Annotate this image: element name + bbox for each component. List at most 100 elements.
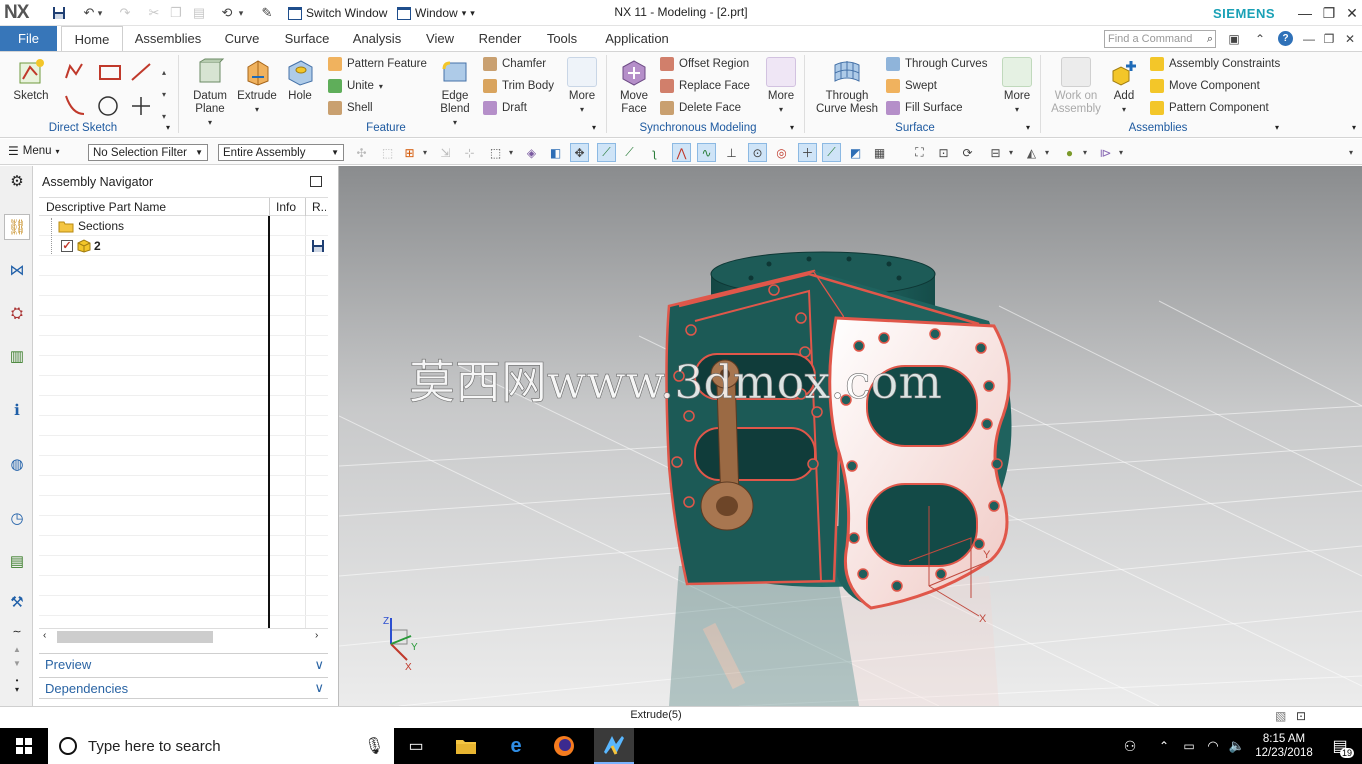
swept-button[interactable]: Swept <box>886 76 937 96</box>
doc-minimize-button[interactable]: — <box>1300 30 1318 48</box>
rotate-icon[interactable]: ⟳ <box>958 143 977 162</box>
undo-dropdown-icon[interactable]: ▾ <box>95 4 105 22</box>
column-header-info[interactable]: Info <box>276 200 296 214</box>
people-icon[interactable]: ⚇ <box>1118 728 1142 764</box>
find-command-input[interactable]: Find a Command ⌕ <box>1104 30 1216 48</box>
tab-application[interactable]: Application <box>596 26 678 51</box>
column-header-r[interactable]: R... <box>312 200 326 214</box>
touch-mode-icon[interactable]: ✎ <box>258 4 276 22</box>
trim-body-button[interactable]: Trim Body <box>483 76 554 96</box>
viewport-canvas[interactable]: X Y 莫西网www.3dmox.com Z Y X <box>339 166 1362 706</box>
constraint-navigator-icon[interactable]: ⋈ <box>4 257 30 283</box>
tab-render[interactable]: Render <box>472 26 528 51</box>
collapse-ribbon-icon[interactable]: ⌃ <box>1251 30 1269 48</box>
tab-home[interactable]: Home <box>61 26 123 51</box>
file-tab[interactable]: File <box>0 26 57 51</box>
battery-icon[interactable]: ▭ <box>1178 728 1200 764</box>
tab-view[interactable]: View <box>420 26 460 51</box>
system-scenes-icon[interactable]: ∼ <box>4 624 30 638</box>
rendering-dropdown-icon[interactable]: ▾ <box>1042 143 1052 162</box>
point-icon[interactable] <box>132 97 150 115</box>
surface-more-button[interactable]: More ▾ <box>998 57 1036 116</box>
reuse-library-icon[interactable]: ▥ <box>4 343 30 369</box>
profile-icon[interactable] <box>65 63 83 79</box>
firefox-icon[interactable] <box>548 728 580 764</box>
scroll-left-icon[interactable]: ‹ <box>43 630 46 641</box>
replace-face-button[interactable]: Replace Face <box>660 76 750 96</box>
edge-browser-icon[interactable]: e <box>500 728 532 764</box>
window-menu[interactable]: Window ▾ ▾ <box>397 4 475 22</box>
through-curves-button[interactable]: Through Curves <box>886 54 987 74</box>
point-on-face-icon[interactable]: ⟋ <box>822 143 841 162</box>
feature-expand-icon[interactable]: ▾ <box>592 123 596 132</box>
show-hide-icon[interactable]: ⧐ <box>1096 143 1115 162</box>
status-print-icon[interactable]: ▧ <box>1275 709 1286 723</box>
move-component-button[interactable]: Move Component <box>1150 76 1260 96</box>
assemblies-expand-icon[interactable]: ▾ <box>1275 123 1279 132</box>
doc-close-button[interactable]: ✕ <box>1341 30 1359 48</box>
line-icon[interactable] <box>131 63 151 81</box>
orient-dropdown-icon[interactable]: ▾ <box>1006 143 1016 162</box>
snap-grid-icon[interactable]: ▦ <box>870 143 889 162</box>
fill-surface-button[interactable]: Fill Surface <box>886 98 963 118</box>
screen-icon[interactable]: ▣ <box>1225 30 1243 48</box>
circle-icon[interactable] <box>98 96 118 116</box>
hd3d-tools-icon[interactable]: ℹ <box>4 397 30 423</box>
dependencies-section-header[interactable]: Dependencies ∨ <box>39 677 328 699</box>
tab-assemblies[interactable]: Assemblies <box>127 26 209 51</box>
minimize-button[interactable]: — <box>1292 3 1318 23</box>
sync-expand-icon[interactable]: ▾ <box>790 123 794 132</box>
volume-icon[interactable]: 🔈 <box>1226 728 1248 764</box>
tab-curve[interactable]: Curve <box>216 26 268 51</box>
through-curve-mesh-button[interactable]: Through Curve Mesh <box>814 57 880 116</box>
feature-more-button[interactable]: More ▾ <box>563 57 601 116</box>
status-fullscreen-icon[interactable]: ⊡ <box>1296 709 1306 723</box>
doc-restore-button[interactable]: ❐ <box>1320 30 1338 48</box>
arc-icon[interactable] <box>65 95 85 115</box>
task-view-icon[interactable]: ▭ <box>400 728 432 764</box>
roles-icon[interactable]: ⚒ <box>4 589 30 615</box>
pattern-feature-button[interactable]: Pattern Feature <box>328 54 427 74</box>
horizontal-scrollbar[interactable]: ‹ › <box>39 628 328 645</box>
tab-surface[interactable]: Surface <box>278 26 336 51</box>
resource-bar-options-icon[interactable]: • ▾ <box>4 672 30 698</box>
web-browser-icon[interactable]: ◍ <box>4 451 30 477</box>
menu-button[interactable]: ☰ Menu ▾ <box>8 144 60 158</box>
graphics-window[interactable]: X Y 莫西网www.3dmox.com Z Y X <box>339 166 1362 706</box>
rectangle-icon[interactable] <box>99 65 121 80</box>
toolbar-options-icon[interactable]: ▾ <box>1346 143 1356 162</box>
nx-taskbar-icon[interactable] <box>594 728 634 764</box>
hole-button[interactable]: Hole <box>282 57 318 103</box>
scrollbar-thumb[interactable] <box>57 631 213 643</box>
repeat-dropdown-icon[interactable]: ▾ <box>236 4 246 22</box>
quadrant-point-icon[interactable]: ◎ <box>772 143 791 162</box>
taskbar-search-box[interactable]: Type here to search 🎙 <box>48 728 394 764</box>
visual-effects-dropdown-icon[interactable]: ▾ <box>1080 143 1090 162</box>
scroll-down-icon[interactable]: ▼ <box>4 656 30 670</box>
tab-analysis[interactable]: Analysis <box>347 26 407 51</box>
visibility-checkbox[interactable]: ✓ <box>61 240 73 252</box>
unite-dropdown-icon[interactable]: ▾ <box>379 82 383 91</box>
intersection-point-icon[interactable]: ⋀ <box>672 143 691 162</box>
existing-point-icon[interactable]: ＋ <box>798 143 817 162</box>
table-row[interactable]: ✓ 2 <box>39 236 328 256</box>
selection-filter-dropdown[interactable]: No Selection Filter ▼ <box>88 144 208 161</box>
edge-blend-button[interactable]: Edge Blend ▾ <box>432 57 478 129</box>
tab-tools[interactable]: Tools <box>540 26 584 51</box>
draft-button[interactable]: Draft <box>483 98 527 118</box>
assembly-constraints-button[interactable]: Assembly Constraints <box>1150 54 1280 74</box>
column-header-name[interactable]: Descriptive Part Name <box>46 200 166 214</box>
curve-point-icon[interactable]: ∿ <box>697 143 716 162</box>
visual-effects-icon[interactable]: ● <box>1060 143 1079 162</box>
preview-section-header[interactable]: Preview ∨ <box>39 653 328 675</box>
end-point-icon[interactable]: ⟋ <box>597 143 616 162</box>
datum-plane-button[interactable]: Datum Plane ▾ <box>186 57 234 129</box>
action-center-button[interactable]: ▤ 19 <box>1322 728 1358 764</box>
selection-scope-dropdown[interactable]: Entire Assembly ▼ <box>218 144 344 161</box>
add-component-button[interactable]: Add ▾ <box>1106 57 1142 116</box>
point-on-curve-icon[interactable]: ✥ <box>570 143 589 162</box>
move-face-button[interactable]: Move Face <box>614 57 654 116</box>
delete-face-button[interactable]: Delete Face <box>660 98 741 118</box>
select-mode-dropdown-icon[interactable]: ▾ <box>506 143 516 162</box>
snap-dropdown-icon[interactable]: ▾ <box>420 143 430 162</box>
